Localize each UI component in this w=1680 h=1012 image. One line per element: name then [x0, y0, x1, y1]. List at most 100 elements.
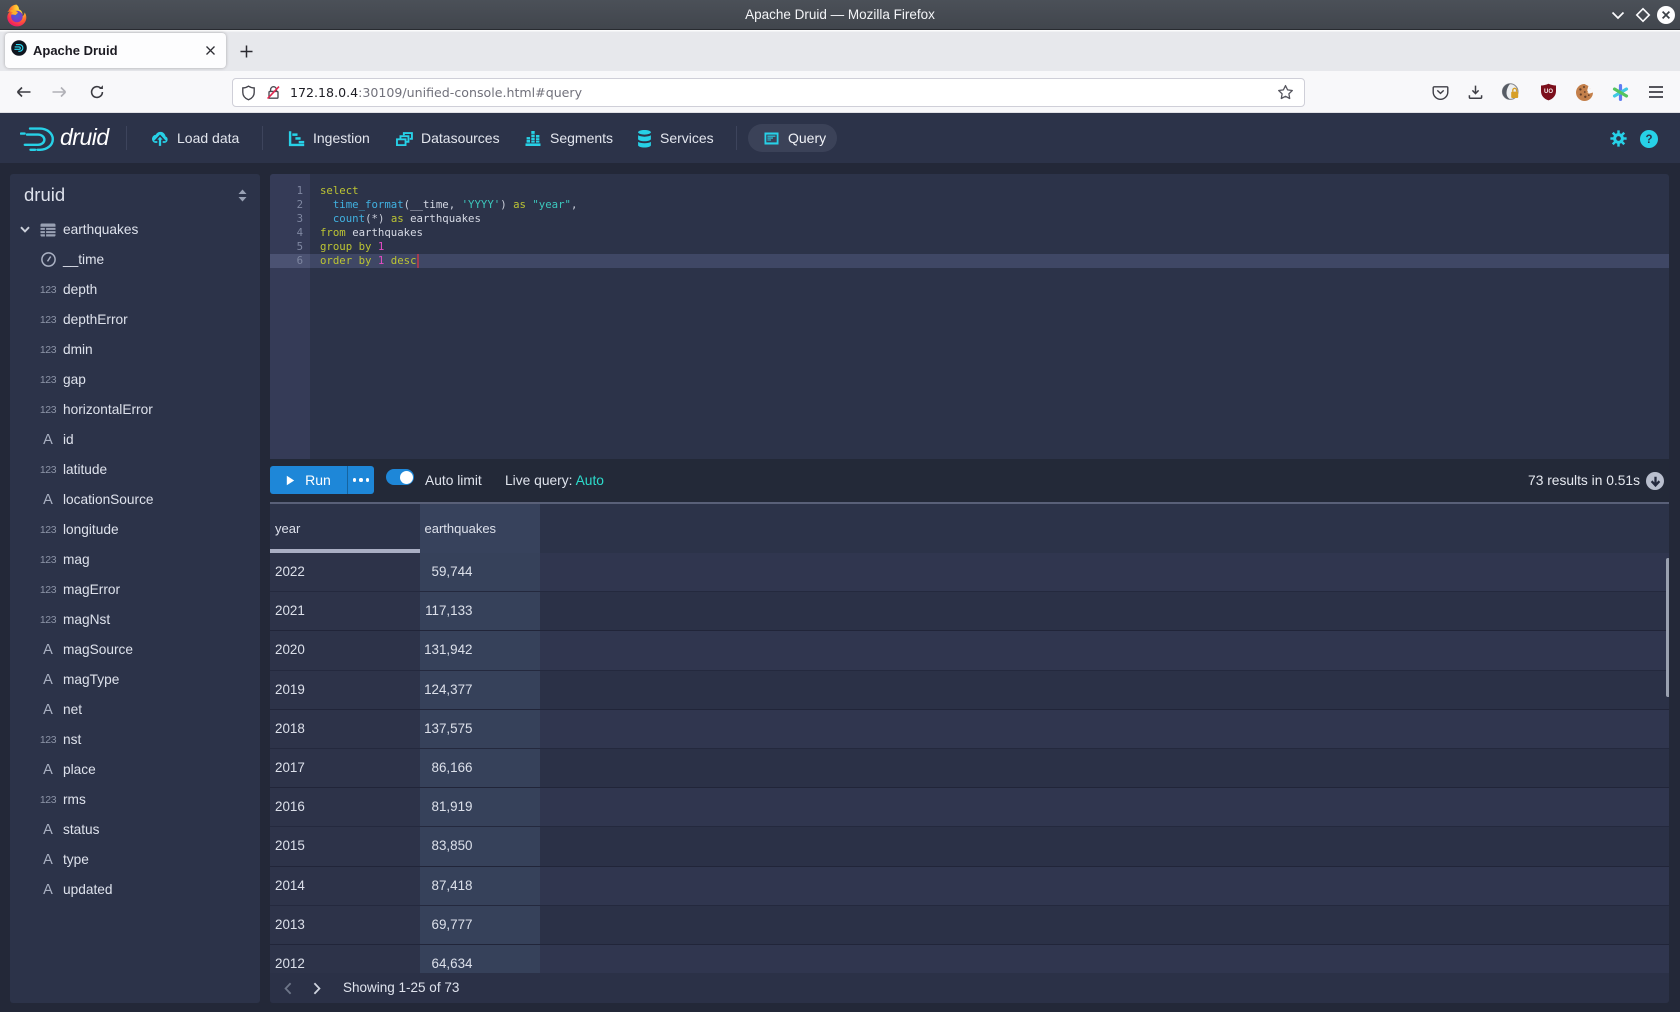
year-cell[interactable]: 2016 — [270, 788, 420, 826]
reload-button[interactable] — [82, 77, 112, 107]
tree-field-magNst[interactable]: 123magNst — [10, 605, 260, 635]
new-tab-button[interactable] — [233, 38, 259, 64]
earthquakes-cell[interactable]: 64,634 — [420, 945, 540, 973]
tree-field-magError[interactable]: 123magError — [10, 575, 260, 605]
tab-apache-druid[interactable]: Apache Druid — [5, 33, 226, 68]
tree-field-status[interactable]: Astatus — [10, 815, 260, 845]
tracking-shield-icon[interactable] — [241, 85, 256, 101]
run-more-button[interactable] — [347, 466, 374, 494]
tree-field-depthError[interactable]: 123depthError — [10, 305, 260, 335]
back-button[interactable] — [8, 77, 38, 107]
extension-privacy-icon[interactable] — [1494, 75, 1528, 109]
help-icon[interactable]: ? — [1640, 130, 1658, 153]
next-page-icon[interactable] — [304, 973, 330, 1003]
earthquakes-cell[interactable]: 81,919 — [420, 788, 540, 826]
tree-field-longitude[interactable]: 123longitude — [10, 515, 260, 545]
settings-gear-icon[interactable] — [1610, 130, 1627, 152]
nav-load-data[interactable]: Load data — [151, 113, 239, 163]
tree-field-locationSource[interactable]: AlocationSource — [10, 485, 260, 515]
year-cell[interactable]: 2012 — [270, 945, 420, 973]
result-row-2012[interactable]: 201264,634 — [270, 945, 1669, 973]
bookmark-star-icon[interactable] — [1277, 84, 1294, 106]
year-cell[interactable]: 2019 — [270, 671, 420, 709]
tree-field-horizontalError[interactable]: 123horizontalError — [10, 395, 260, 425]
tree-field-place[interactable]: Aplace — [10, 755, 260, 785]
year-cell[interactable]: 2020 — [270, 631, 420, 669]
nav-ingestion[interactable]: Ingestion — [288, 113, 370, 163]
tree-field-__time[interactable]: __time — [10, 245, 260, 275]
schema-name[interactable]: druid — [24, 184, 65, 205]
run-button[interactable]: Run — [270, 466, 347, 494]
tree-field-depth[interactable]: 123depth — [10, 275, 260, 305]
result-row-2013[interactable]: 201369,777 — [270, 906, 1669, 945]
cookie-icon[interactable] — [1567, 75, 1601, 109]
auto-limit-toggle[interactable] — [386, 469, 414, 485]
column-header-earthquakes[interactable]: earthquakes — [420, 504, 540, 553]
tree-field-dmin[interactable]: 123dmin — [10, 335, 260, 365]
tree-field-updated[interactable]: Aupdated — [10, 875, 260, 905]
year-cell[interactable]: 2014 — [270, 867, 420, 905]
ublock-origin-icon[interactable]: UO — [1531, 75, 1565, 109]
nav-segments[interactable]: Segments — [524, 113, 613, 163]
druid-wordmark[interactable]: druid — [60, 113, 109, 163]
sql-editor[interactable]: 123456 select time_format(__time, 'YYYY'… — [270, 174, 1669, 459]
menu-hamburger-icon[interactable] — [1639, 75, 1673, 109]
window-titlebar[interactable]: Apache Druid — Mozilla Firefox — [0, 0, 1680, 30]
result-row-2021[interactable]: 2021117,133 — [270, 592, 1669, 631]
tree-field-magType[interactable]: AmagType — [10, 665, 260, 695]
live-query-value[interactable]: Auto — [576, 473, 604, 488]
window-maximize-button[interactable] — [1633, 0, 1653, 30]
earthquakes-cell[interactable]: 131,942 — [420, 631, 540, 669]
result-row-2018[interactable]: 2018137,575 — [270, 710, 1669, 749]
year-cell[interactable]: 2015 — [270, 827, 420, 865]
tree-field-id[interactable]: Aid — [10, 425, 260, 455]
tree-field-mag[interactable]: 123mag — [10, 545, 260, 575]
window-close-button[interactable] — [1656, 0, 1676, 30]
download-results-icon[interactable] — [1646, 472, 1664, 490]
earthquakes-cell[interactable]: 124,377 — [420, 671, 540, 709]
downloads-icon[interactable] — [1458, 75, 1492, 109]
tree-field-type[interactable]: Atype — [10, 845, 260, 875]
earthquakes-cell[interactable]: 117,133 — [420, 592, 540, 630]
vertical-scrollbar[interactable] — [1666, 558, 1669, 697]
result-row-2019[interactable]: 2019124,377 — [270, 671, 1669, 710]
result-row-2016[interactable]: 201681,919 — [270, 788, 1669, 827]
year-cell[interactable]: 2021 — [270, 592, 420, 630]
tree-field-net[interactable]: Anet — [10, 695, 260, 725]
result-row-2017[interactable]: 201786,166 — [270, 749, 1669, 788]
tree-field-latitude[interactable]: 123latitude — [10, 455, 260, 485]
pocket-icon[interactable] — [1423, 75, 1457, 109]
result-row-2014[interactable]: 201487,418 — [270, 867, 1669, 906]
earthquakes-cell[interactable]: 59,744 — [420, 553, 540, 591]
year-cell[interactable]: 2018 — [270, 710, 420, 748]
year-cell[interactable]: 2013 — [270, 906, 420, 944]
nav-services[interactable]: Services — [637, 113, 714, 163]
earthquakes-cell[interactable]: 86,166 — [420, 749, 540, 787]
chevron-down-icon[interactable] — [20, 215, 30, 245]
url-bar[interactable]: 172.18.0.4:30109/unified-console.html#qu… — [232, 78, 1305, 107]
druid-logo-icon[interactable] — [20, 126, 56, 157]
asterisk-extension-icon[interactable] — [1603, 75, 1637, 109]
year-cell[interactable]: 2022 — [270, 553, 420, 591]
tab-close-icon[interactable] — [199, 40, 221, 62]
sort-toggle-icon[interactable] — [238, 189, 247, 207]
prev-page-icon[interactable] — [275, 973, 301, 1003]
year-cell[interactable]: 2017 — [270, 749, 420, 787]
window-minimize-button[interactable] — [1608, 0, 1628, 30]
earthquakes-cell[interactable]: 137,575 — [420, 710, 540, 748]
column-header-year[interactable]: year — [270, 504, 420, 553]
earthquakes-cell[interactable]: 87,418 — [420, 867, 540, 905]
tree-datasource-row[interactable]: earthquakes — [10, 215, 260, 245]
result-row-2022[interactable]: 202259,744 — [270, 553, 1669, 592]
tree-field-nst[interactable]: 123nst — [10, 725, 260, 755]
earthquakes-cell[interactable]: 83,850 — [420, 827, 540, 865]
result-row-2020[interactable]: 2020131,942 — [270, 631, 1669, 670]
nav-query-active[interactable]: Query — [748, 124, 837, 152]
tree-field-rms[interactable]: 123rms — [10, 785, 260, 815]
tree-field-gap[interactable]: 123gap — [10, 365, 260, 395]
insecure-lock-icon[interactable] — [265, 84, 282, 101]
run-button-group[interactable]: Run — [270, 466, 374, 494]
nav-datasources[interactable]: Datasources — [396, 113, 500, 163]
forward-button[interactable] — [44, 77, 74, 107]
tree-field-magSource[interactable]: AmagSource — [10, 635, 260, 665]
